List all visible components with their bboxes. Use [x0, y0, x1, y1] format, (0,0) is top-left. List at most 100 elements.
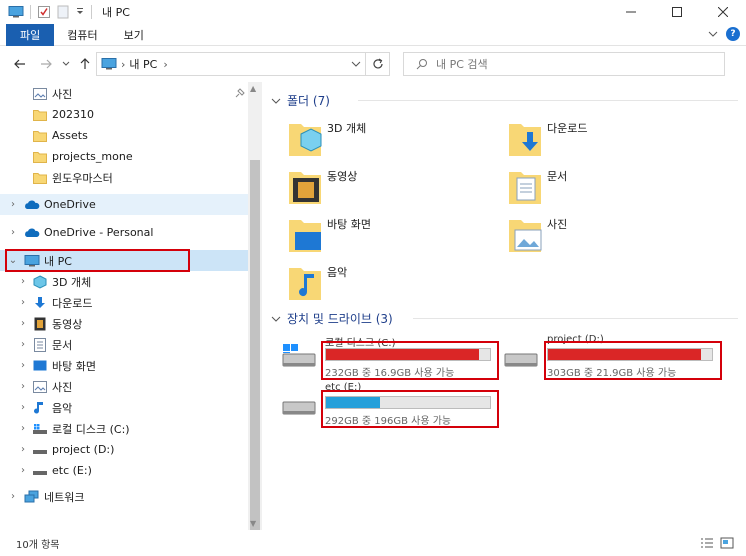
pc-icon: [101, 58, 117, 70]
breadcrumb-separator: ›: [121, 57, 126, 71]
nav-item-folder-202310[interactable]: 202310: [0, 104, 248, 125]
system-drive-icon: [282, 344, 316, 367]
refresh-icon: [372, 58, 383, 69]
folder-icon: [32, 129, 48, 143]
desktop-icon: [32, 359, 48, 373]
recent-locations-button[interactable]: [58, 56, 74, 72]
video-icon: [32, 317, 48, 331]
nav-item-3d-objects[interactable]: › 3D 개체: [0, 271, 248, 292]
music-icon: [32, 401, 48, 415]
chevron-right-icon[interactable]: ›: [8, 491, 18, 502]
refresh-button[interactable]: [366, 52, 390, 76]
quick-access-toolbar: [0, 0, 92, 24]
folder-tile-desktop[interactable]: 바탕 화면: [287, 214, 371, 254]
details-view-icon[interactable]: [700, 537, 714, 549]
chevron-right-icon[interactable]: ›: [18, 444, 28, 455]
chevron-down-icon[interactable]: [271, 97, 281, 105]
nav-item-folder-projects[interactable]: projects_mone: [0, 146, 248, 167]
nav-item-desktop[interactable]: › 바탕 화면: [0, 355, 248, 376]
large-icons-view-icon[interactable]: [720, 537, 734, 549]
folder-icon: [32, 150, 48, 164]
3d-objects-icon: [287, 118, 327, 158]
breadcrumb-separator[interactable]: ›: [163, 58, 167, 71]
scroll-down-arrow-icon[interactable]: ▼: [250, 519, 256, 528]
title-bar: 내 PC: [0, 0, 746, 24]
new-folder-icon[interactable]: [57, 5, 69, 19]
nav-item-onedrive[interactable]: › OneDrive: [0, 194, 248, 215]
desktop-icon: [287, 214, 327, 254]
tab-file[interactable]: 파일: [6, 23, 55, 46]
nav-item-pictures[interactable]: › 사진: [0, 376, 248, 397]
forward-button[interactable]: [38, 56, 54, 72]
drive-icon: [504, 353, 538, 367]
nav-item-music[interactable]: › 음악: [0, 397, 248, 418]
folder-tile-3d-objects[interactable]: 3D 개체: [287, 118, 366, 158]
pictures-icon: [32, 87, 48, 101]
folder-tile-music[interactable]: 음악: [287, 262, 347, 302]
video-icon: [287, 166, 327, 206]
3d-objects-icon: [32, 274, 48, 289]
chevron-right-icon[interactable]: ›: [18, 402, 28, 413]
ribbon-tabs: 파일 컴퓨터 보기 ?: [0, 23, 746, 46]
nav-item-videos[interactable]: › 동영상: [0, 313, 248, 334]
nav-item-drive-e[interactable]: › etc (E:): [0, 460, 248, 481]
folders-group-header[interactable]: 폴더 (7): [271, 92, 330, 109]
drives-heading: 장치 및 드라이브 (3): [287, 312, 393, 326]
tab-view[interactable]: 보기: [111, 24, 157, 46]
address-dropdown-icon[interactable]: [351, 57, 361, 71]
highlight-box-drive-d: [544, 341, 722, 380]
address-bar[interactable]: › 내 PC ›: [96, 52, 366, 76]
chevron-right-icon[interactable]: ›: [18, 276, 28, 287]
search-icon: [416, 59, 427, 70]
search-placeholder: 내 PC 검색: [436, 58, 488, 71]
nav-item-drive-c[interactable]: › 로컬 디스크 (C:): [0, 418, 248, 439]
folder-tile-pictures[interactable]: 사진: [507, 214, 567, 254]
nav-scrollbar[interactable]: ▲ ▼: [248, 82, 262, 530]
chevron-right-icon[interactable]: ›: [18, 297, 28, 308]
back-button[interactable]: [12, 56, 28, 72]
search-input[interactable]: 내 PC 검색: [403, 52, 725, 76]
breadcrumb-my-pc[interactable]: 내 PC: [129, 56, 157, 72]
nav-item-onedrive-personal[interactable]: › OneDrive - Personal: [0, 222, 248, 243]
chevron-right-icon[interactable]: ›: [18, 465, 28, 476]
nav-item-documents[interactable]: › 문서: [0, 334, 248, 355]
scroll-thumb[interactable]: [250, 160, 260, 530]
chevron-right-icon[interactable]: ›: [8, 227, 18, 238]
scroll-up-arrow-icon[interactable]: ▲: [250, 84, 256, 93]
chevron-right-icon[interactable]: ›: [18, 423, 28, 434]
chevron-right-icon[interactable]: ›: [18, 339, 28, 350]
folder-tile-documents[interactable]: 문서: [507, 166, 567, 206]
onedrive-icon: [24, 198, 40, 212]
minimize-button[interactable]: [608, 0, 654, 24]
nav-item-folder-windowmaster[interactable]: 윈도우마스터: [0, 167, 248, 188]
chevron-right-icon[interactable]: ›: [18, 318, 28, 329]
navigation-pane: 사진 202310 Assets projects_mone 윈도우마스터 › …: [0, 82, 262, 530]
close-icon: [718, 7, 728, 17]
nav-item-folder-assets[interactable]: Assets: [0, 125, 248, 146]
tab-computer[interactable]: 컴퓨터: [54, 24, 110, 46]
help-button[interactable]: ?: [726, 27, 740, 41]
chevron-down-icon[interactable]: [271, 315, 281, 323]
address-row: › 내 PC › 내 PC 검색: [0, 46, 746, 82]
back-arrow-icon: [14, 59, 25, 69]
up-button[interactable]: [77, 56, 93, 72]
chevron-right-icon[interactable]: ›: [18, 381, 28, 392]
maximize-button[interactable]: [654, 0, 700, 24]
highlight-box-drive-c: [321, 341, 499, 380]
chevron-right-icon[interactable]: ›: [8, 199, 18, 210]
nav-item-drive-d[interactable]: › project (D:): [0, 439, 248, 460]
properties-icon[interactable]: [37, 5, 51, 19]
nav-item-pictures-pinned[interactable]: 사진: [0, 83, 248, 104]
network-icon: [24, 490, 40, 504]
folder-tile-videos[interactable]: 동영상: [287, 166, 357, 206]
pin-icon[interactable]: [234, 87, 246, 99]
customize-qa-icon[interactable]: [75, 7, 85, 17]
drives-group-header[interactable]: 장치 및 드라이브 (3): [271, 310, 393, 327]
close-button[interactable]: [700, 0, 746, 24]
folder-tile-downloads[interactable]: 다운로드: [507, 118, 587, 158]
expand-ribbon-icon[interactable]: [708, 30, 718, 38]
highlight-box-my-pc: [5, 249, 190, 272]
nav-item-downloads[interactable]: › 다운로드: [0, 292, 248, 313]
nav-item-network[interactable]: › 네트워크: [0, 486, 248, 507]
chevron-right-icon[interactable]: ›: [18, 360, 28, 371]
